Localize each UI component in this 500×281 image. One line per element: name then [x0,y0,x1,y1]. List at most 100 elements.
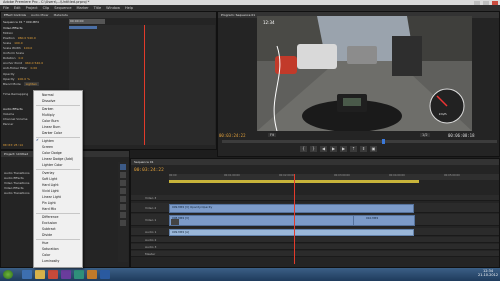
keyframe-area[interactable] [69,25,215,145]
row-anti-flicker[interactable]: Anti-flicker Filter 0.00 [3,66,37,70]
timeline-panel: Sequence 01 00:03:24:22 00:00 00:01:00:0… [130,158,500,268]
blend-linear-burn[interactable]: Linear Burn [42,125,60,129]
blend-vivid-light[interactable]: Vivid Light [42,189,59,193]
menu-separator [36,213,80,214]
taskbar-app-icon[interactable] [87,270,97,279]
blend-color[interactable]: Color [42,253,50,257]
blend-difference[interactable]: Difference [42,215,58,219]
minimize-button[interactable] [474,0,480,5]
blend-color-dodge[interactable]: Color Dodge [42,151,62,155]
mark-out-icon[interactable]: } [310,146,317,152]
step-forward-icon[interactable]: ▶ [340,146,347,152]
maximize-button[interactable] [483,0,489,5]
track-video-3[interactable]: Video 3 [131,195,499,201]
blend-color-burn[interactable]: Color Burn [42,119,59,123]
blend-lighter-color[interactable]: Lighter Color [42,163,63,167]
ripple-edit-tool-icon[interactable] [120,180,126,186]
track-master[interactable]: Master [131,251,499,257]
blend-hue[interactable]: Hue [42,241,48,245]
program-playhead[interactable] [382,139,385,144]
resolution-select[interactable]: 1/2 [420,133,430,137]
export-frame-icon[interactable]: ▣ [370,146,377,152]
taskbar-app-icon[interactable] [74,270,84,279]
blend-screen[interactable]: Screen [42,145,53,149]
start-button-icon[interactable] [3,270,13,279]
blend-hard-mix[interactable]: Hard Mix [42,207,56,211]
blend-subtract[interactable]: Subtract [42,227,56,231]
row-motion[interactable]: Motion [3,31,13,35]
ec-playhead[interactable] [144,25,145,145]
taskbar-premiere-icon[interactable] [61,270,71,279]
tab-program[interactable]: Program: Sequence 01 [221,12,255,18]
close-button[interactable] [492,0,498,5]
project-item[interactable]: Video Effects [4,186,24,190]
tab-sequence[interactable]: Sequence 01 [134,159,154,165]
blend-darker-color[interactable]: Darker Color [42,131,62,135]
pen-tool-icon[interactable] [120,204,126,210]
row-time-remapping[interactable]: Time Remapping [3,92,28,96]
row-blend-mode[interactable]: Blend Mode Lighten [3,82,39,86]
tab-project[interactable]: Project: Untitled [4,151,28,157]
selection-tool-icon[interactable] [120,164,126,170]
blend-linear-dodge[interactable]: Linear Dodge (Add) [42,157,73,161]
project-item[interactable]: Audio Effects [4,176,24,180]
blend-divide[interactable]: Divide [42,233,52,237]
slip-tool-icon[interactable] [120,196,126,202]
track-select-tool-icon[interactable] [120,172,126,178]
row-uniform-scale[interactable]: Uniform Scale [3,51,24,55]
taskbar-ie-icon[interactable] [22,270,32,279]
hand-tool-icon[interactable] [120,212,126,218]
blend-linear-light[interactable]: Linear Light [42,195,61,199]
row-rotation[interactable]: Rotation 0.0 [3,56,23,60]
row-scale[interactable]: Scale 100.0 [3,41,23,45]
clip-v2[interactable]: 009.MP4 [V] Opacity:Opacity [169,204,414,213]
project-item[interactable]: Audio Transitions [4,171,30,175]
blend-normal[interactable]: Normal [42,93,54,97]
blend-overlay[interactable]: Overlay [42,171,54,175]
blend-dissolve[interactable]: Dissolve [42,99,55,103]
clip-v1-second[interactable]: 010.MP4 [353,215,415,226]
taskbar-explorer-icon[interactable] [35,270,45,279]
blend-mode-dropdown[interactable]: Normal Dissolve Darken Multiply Color Bu… [33,90,83,268]
row-volume[interactable]: Volume [3,112,14,116]
clip-a1[interactable]: 009.MP4 [A] [169,229,414,236]
lift-icon[interactable]: ⇡ [350,146,357,152]
tab-audio-mixer[interactable]: Audio Mixer [31,12,49,18]
row-panner[interactable]: Panner [3,122,13,126]
row-opacity-group[interactable]: Opacity [3,72,15,76]
taskbar-app-icon[interactable] [100,270,110,279]
row-position[interactable]: Position 960.0 540.0 [3,36,36,40]
zoom-level-select[interactable]: Fit [268,133,277,137]
row-anchor-point[interactable]: Anchor Point 960.0 540.0 [3,61,43,65]
play-icon[interactable]: ▶ [330,146,337,152]
menu-separator [36,105,80,106]
row-channel-volume[interactable]: Channel Volume [3,117,27,121]
hud-clock: 12:34 [263,20,275,25]
program-scrub-bar[interactable] [222,139,497,144]
track-audio-2[interactable]: Audio 2 [131,237,499,243]
track-audio-3[interactable]: Audio 3 [131,244,499,250]
blend-exclusion[interactable]: Exclusion [42,221,57,225]
blend-luminosity[interactable]: Luminosity [42,259,59,263]
tab-metadata[interactable]: Metadata [54,12,68,18]
blend-soft-light[interactable]: Soft Light [42,177,57,181]
mark-in-icon[interactable]: { [300,146,307,152]
blend-darken[interactable]: Darken [42,107,53,111]
tab-effect-controls[interactable]: Effect Controls [4,12,26,18]
project-item[interactable]: Video Transitions [4,181,29,185]
taskbar-media-icon[interactable] [48,270,58,279]
row-opacity[interactable]: Opacity 100.0 % [3,77,30,81]
razor-tool-icon[interactable] [120,188,126,194]
blend-lighten[interactable]: Lighten [42,139,54,143]
audio-effects-header: Audio Effects [3,107,23,111]
zoom-tool-icon[interactable] [120,220,126,226]
blend-multiply[interactable]: Multiply [42,113,55,117]
project-item[interactable]: Audio Transitions [4,191,30,195]
blend-pin-light[interactable]: Pin Light [42,201,56,205]
extract-icon[interactable]: ⇞ [360,146,367,152]
step-back-icon[interactable]: ◀ [320,146,327,152]
timeline-playhead[interactable] [294,174,295,264]
row-scale-width[interactable]: Scale Width 100.0 [3,46,32,50]
blend-hard-light[interactable]: Hard Light [42,183,59,187]
blend-saturation[interactable]: Saturation [42,247,59,251]
